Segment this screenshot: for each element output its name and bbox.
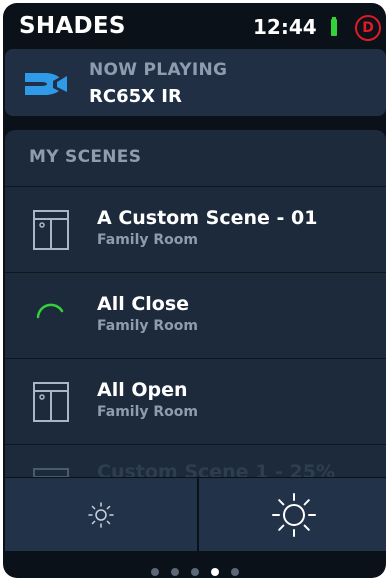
window-shade-icon xyxy=(33,210,69,250)
scene-name: Custom Scene 1 - 25% xyxy=(97,461,336,477)
scenes-panel: MY SCENES A Custom Scene - 01 Family Roo… xyxy=(5,130,386,477)
page-dot[interactable] xyxy=(190,568,199,576)
scene-room: Family Room xyxy=(97,404,198,420)
scene-name: All Close xyxy=(97,293,190,315)
page-dot-active[interactable] xyxy=(210,568,219,576)
brightness-high-icon xyxy=(272,493,316,537)
app-title: SHADES xyxy=(19,13,126,39)
status-bar: SHADES 12:44 D xyxy=(3,3,386,51)
page-indicator xyxy=(3,561,386,576)
scenes-title: MY SCENES xyxy=(29,147,142,167)
scenes-header: MY SCENES xyxy=(5,130,386,187)
brightness-bar xyxy=(5,477,386,551)
clock: 12:44 xyxy=(253,15,317,39)
scene-room: Family Room xyxy=(97,318,198,334)
profile-badge[interactable]: D xyxy=(355,15,381,41)
now-playing-source: RC65X IR xyxy=(89,86,182,107)
brightness-up-button[interactable] xyxy=(198,478,386,551)
scene-name: A Custom Scene - 01 xyxy=(97,207,318,229)
scene-name: All Open xyxy=(97,379,188,401)
scene-room: Family Room xyxy=(97,232,198,248)
device-screen: SHADES 12:44 D NOW PLAYING RC65X IR MY S… xyxy=(3,3,386,578)
progress-arc-icon xyxy=(36,303,64,319)
page-dot[interactable] xyxy=(170,568,179,576)
brightness-low-icon xyxy=(88,502,114,528)
page-dot[interactable] xyxy=(230,568,239,576)
now-playing-label: NOW PLAYING xyxy=(89,60,228,80)
scene-item-custom-scene-1-25[interactable]: Custom Scene 1 - 25% xyxy=(5,445,386,477)
brightness-down-button[interactable] xyxy=(5,478,197,551)
window-shade-icon xyxy=(33,468,69,477)
page-dot[interactable] xyxy=(150,568,159,576)
scene-item-all-open[interactable]: All Open Family Room xyxy=(5,359,386,445)
now-playing-card[interactable]: NOW PLAYING RC65X IR xyxy=(5,49,386,116)
battery-icon xyxy=(331,17,337,36)
window-shade-icon xyxy=(33,382,69,422)
scene-item-all-close[interactable]: All Close Family Room xyxy=(5,273,386,359)
scene-item-custom-scene-01[interactable]: A Custom Scene - 01 Family Room xyxy=(5,187,386,273)
directv-logo-icon xyxy=(25,73,67,95)
